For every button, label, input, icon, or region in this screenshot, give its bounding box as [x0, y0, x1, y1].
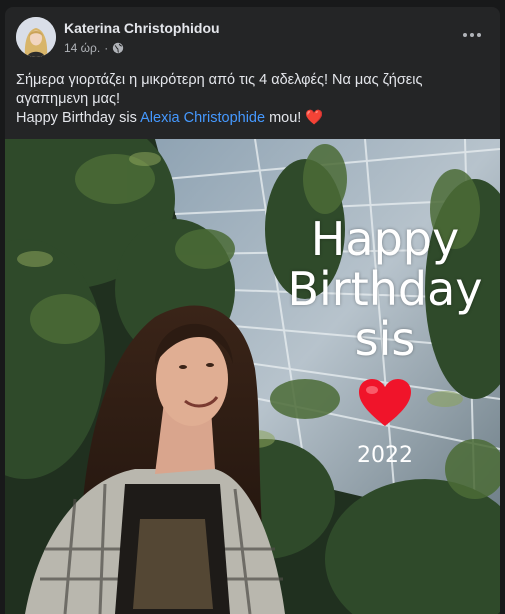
heart-emoji: ❤️	[305, 110, 324, 126]
post-text-line1: Σήμερα γιορτάζει η μικρότερη από τις 4 α…	[16, 72, 423, 107]
post-text-prefix: Happy Birthday sis	[16, 110, 141, 126]
author-avatar[interactable]	[16, 17, 56, 57]
post-meta: 14 ώρ. ·	[64, 41, 124, 55]
overlay-line-birthday: Birthday	[287, 262, 483, 316]
post-header: Katerina Christophidou 14 ώρ. ·	[5, 7, 500, 67]
mention-link[interactable]: Alexia Christophide	[140, 110, 265, 126]
more-options-icon	[463, 33, 467, 37]
more-options-button[interactable]	[458, 25, 486, 45]
author-name[interactable]: Katerina Christophidou	[64, 20, 220, 36]
post-text-line2: Happy Birthday sis Alexia Christophide m…	[16, 109, 490, 128]
globe-icon[interactable]	[112, 42, 124, 54]
meta-separator: ·	[104, 41, 109, 55]
overlay-year: 2022	[357, 443, 413, 468]
red-heart-icon	[359, 379, 411, 426]
post-time[interactable]: 14 ώρ.	[64, 41, 100, 55]
overlay-line-sis: sis	[354, 312, 416, 366]
post-text: Σήμερα γιορτάζει η μικρότερη από τις 4 α…	[16, 71, 490, 128]
post-card: Katerina Christophidou 14 ώρ. · Σήμερα γ…	[5, 7, 500, 614]
post-photo[interactable]: Happy Birthday sis 2022	[5, 139, 500, 614]
overlay-line-happy: Happy	[310, 212, 460, 266]
post-text-suffix: mou!	[265, 110, 306, 126]
photo-overlay: Happy Birthday sis 2022	[275, 214, 495, 468]
